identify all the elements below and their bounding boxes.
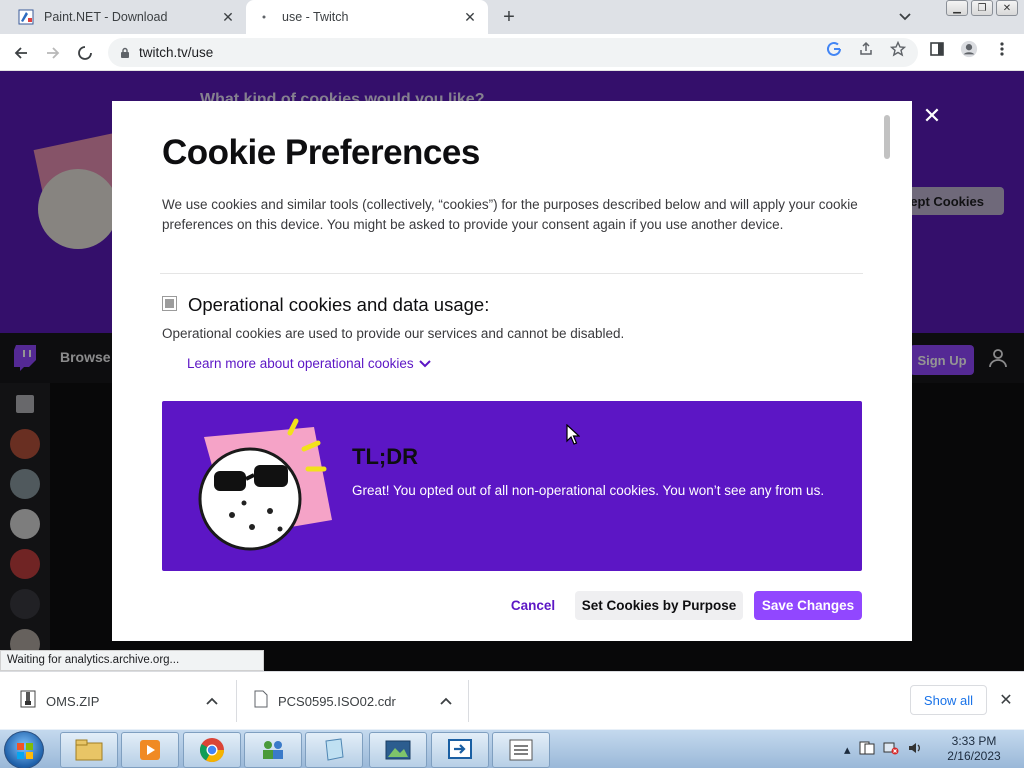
close-modal-icon[interactable]: ✕ bbox=[920, 103, 944, 128]
volume-icon[interactable] bbox=[907, 741, 923, 758]
clock-time: 3:33 PM bbox=[951, 734, 997, 748]
network-users-icon[interactable] bbox=[244, 732, 302, 768]
status-bubble: Waiting for analytics.archive.org... bbox=[0, 650, 264, 671]
sunglasses-cookie-icon bbox=[198, 418, 332, 551]
download-filename: OMS.ZIP bbox=[46, 693, 100, 709]
cancel-button[interactable]: Cancel bbox=[500, 591, 566, 620]
url-text: twitch.tv/use bbox=[139, 45, 214, 60]
media-player-icon[interactable] bbox=[121, 732, 179, 768]
address-bar[interactable]: twitch.tv/use bbox=[108, 38, 918, 67]
close-tab-icon[interactable]: ✕ bbox=[460, 7, 480, 27]
task-list-icon[interactable] bbox=[492, 732, 550, 768]
divider bbox=[468, 680, 469, 722]
paintnet-favicon-icon bbox=[18, 9, 34, 25]
tray-expand-icon[interactable]: ▴ bbox=[844, 742, 851, 758]
system-tray: ▴ bbox=[844, 730, 923, 768]
tab-title: use - Twitch bbox=[282, 10, 349, 24]
google-icon[interactable] bbox=[825, 40, 843, 58]
network-error-icon[interactable] bbox=[883, 741, 899, 758]
menu-kebab-icon[interactable] bbox=[993, 40, 1011, 58]
chevron-down-icon bbox=[418, 356, 431, 371]
file-explorer-icon[interactable] bbox=[60, 732, 118, 768]
tab-paintnet[interactable]: Paint.NET - Download ✕ bbox=[8, 0, 246, 34]
chevron-up-icon[interactable] bbox=[440, 694, 452, 708]
zip-file-icon bbox=[20, 690, 36, 713]
tab-twitch[interactable]: use - Twitch ✕ bbox=[246, 0, 488, 34]
show-all-button[interactable]: Show all bbox=[910, 685, 987, 715]
operational-description: Operational cookies are used to provide … bbox=[162, 326, 625, 341]
photo-viewer-icon[interactable] bbox=[369, 732, 427, 768]
share-icon[interactable] bbox=[857, 40, 875, 58]
bookmark-star-icon[interactable] bbox=[889, 40, 907, 58]
close-tab-icon[interactable]: ✕ bbox=[218, 7, 238, 27]
tldr-title: TL;DR bbox=[352, 444, 418, 469]
start-button[interactable] bbox=[4, 731, 44, 768]
chevron-up-icon[interactable] bbox=[206, 694, 218, 708]
minimize-icon[interactable]: ▁ bbox=[946, 0, 968, 16]
tab-search-chevron-icon[interactable] bbox=[895, 8, 915, 26]
back-arrow-icon[interactable] bbox=[8, 40, 34, 66]
close-shelf-icon[interactable]: ✕ bbox=[996, 690, 1016, 710]
window-controls: ▁ ❐ ✕ bbox=[946, 0, 1018, 16]
tab-title: Paint.NET - Download bbox=[44, 10, 168, 24]
divider bbox=[160, 273, 863, 274]
windows-taskbar: ▴ 3:33 PM 2/16/2023 bbox=[0, 729, 1024, 768]
notepad-icon[interactable] bbox=[305, 732, 363, 768]
profile-avatar-icon[interactable] bbox=[960, 40, 978, 58]
download-item[interactable]: PCS0595.ISO02.cdr bbox=[254, 672, 468, 730]
operational-checkbox[interactable] bbox=[162, 296, 177, 311]
system-clock[interactable]: 3:33 PM 2/16/2023 bbox=[940, 734, 1008, 764]
divider bbox=[236, 680, 237, 722]
loading-dot-icon bbox=[256, 9, 272, 25]
download-item[interactable]: OMS.ZIP bbox=[20, 672, 236, 730]
remote-app-icon[interactable] bbox=[431, 732, 489, 768]
cookie-preferences-modal: Cookie Preferences We use cookies and si… bbox=[112, 101, 912, 641]
browser-toolbar: twitch.tv/use bbox=[0, 34, 1024, 71]
close-window-icon[interactable]: ✕ bbox=[996, 0, 1018, 16]
lock-icon[interactable] bbox=[120, 47, 130, 59]
chrome-icon[interactable] bbox=[183, 732, 241, 768]
download-shelf: OMS.ZIP PCS0595.ISO02.cdr Show all ✕ bbox=[0, 671, 1024, 729]
new-tab-button[interactable]: + bbox=[498, 6, 520, 28]
operational-heading: Operational cookies and data usage: bbox=[188, 294, 490, 315]
tldr-text: Great! You opted out of all non-operatio… bbox=[352, 483, 825, 498]
tldr-panel: TL;DR Great! You opted out of all non-op… bbox=[162, 401, 862, 571]
forward-arrow-icon[interactable] bbox=[40, 40, 66, 66]
tab-strip: Paint.NET - Download ✕ use - Twitch ✕ + … bbox=[0, 0, 1024, 34]
set-cookies-by-purpose-button[interactable]: Set Cookies by Purpose bbox=[575, 591, 743, 620]
download-filename: PCS0595.ISO02.cdr bbox=[278, 693, 396, 709]
learn-more-label: Learn more about operational cookies bbox=[187, 356, 414, 371]
action-center-icon[interactable] bbox=[859, 741, 875, 758]
intro-text: We use cookies and similar tools (collec… bbox=[162, 197, 858, 232]
side-panel-icon[interactable] bbox=[928, 40, 946, 58]
modal-scrollbar[interactable] bbox=[884, 115, 890, 159]
clock-date: 2/16/2023 bbox=[947, 749, 1001, 763]
file-icon bbox=[254, 690, 268, 713]
modal-title: Cookie Preferences bbox=[162, 133, 480, 172]
mouse-cursor-icon bbox=[566, 424, 580, 445]
restore-icon[interactable]: ❐ bbox=[971, 0, 993, 16]
save-changes-button[interactable]: Save Changes bbox=[754, 591, 862, 620]
learn-more-link[interactable]: Learn more about operational cookies bbox=[187, 356, 431, 371]
loading-spinner-icon[interactable] bbox=[72, 40, 98, 66]
